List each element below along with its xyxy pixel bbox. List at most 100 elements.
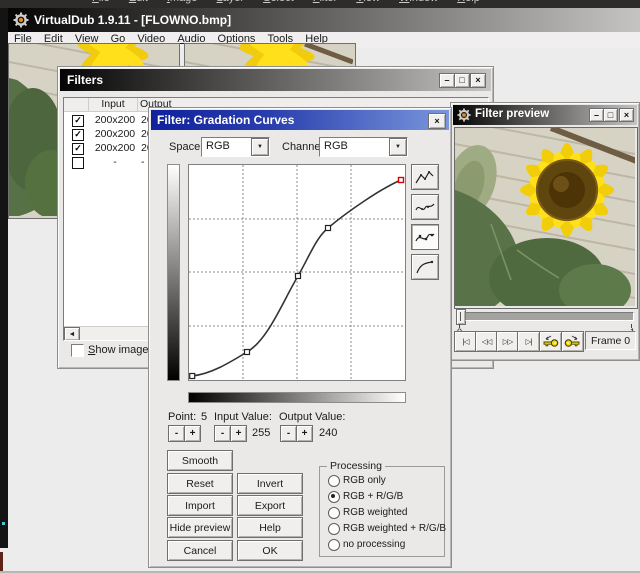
main-title-bar[interactable]: VirtualDub 1.9.11 - [FLOWNO.bmp]	[8, 8, 640, 32]
filter-enabled-checkbox[interactable]: ✓	[72, 115, 84, 127]
space-label: Space:	[169, 141, 204, 153]
hide-preview-button[interactable]: Hide preview	[167, 517, 233, 538]
minimize-button[interactable]: –	[439, 73, 455, 88]
radio-no-processing[interactable]	[328, 539, 340, 551]
curve-editor[interactable]	[188, 164, 406, 381]
maximize-button[interactable]: □	[454, 73, 470, 88]
invert-button[interactable]: Invert	[237, 473, 303, 494]
space-dropdown[interactable]: RGB ▼	[201, 137, 270, 157]
help-button[interactable]: Help	[237, 517, 303, 538]
curve-mode-linear-button[interactable]	[411, 164, 439, 190]
radio-label: RGB weighted + R/G/B	[343, 523, 447, 534]
processing-groupbox: Processing RGB only RGB + R/G/B RGB weig…	[319, 460, 447, 557]
scroll-left-arrow[interactable]: ◄	[64, 327, 80, 340]
step-backward-button[interactable]: ◁◁	[475, 331, 498, 352]
cancel-button[interactable]: Cancel	[167, 540, 233, 561]
filter-enabled-checkbox[interactable]: ✓	[72, 129, 84, 141]
bg-menu-item[interactable]: Edit	[129, 0, 148, 4]
close-button[interactable]: ×	[470, 73, 486, 88]
channel-value: RGB	[324, 140, 348, 152]
curve-mode-spline-button[interactable]	[411, 194, 439, 220]
bg-menu-item[interactable]: View	[356, 0, 380, 4]
curve-point-5-selected[interactable]	[397, 176, 405, 184]
bg-menu-item[interactable]: File	[92, 0, 110, 4]
smooth-button[interactable]: Smooth	[167, 450, 233, 471]
input-decrement-button[interactable]: -	[214, 425, 231, 442]
processing-option[interactable]: RGB weighted + R/G/B	[320, 523, 447, 537]
filter-input-size: 200x200	[94, 142, 136, 154]
chevron-down-icon[interactable]: ▼	[389, 138, 407, 156]
radio-label: RGB weighted	[343, 507, 408, 518]
bg-menu-item[interactable]: Image	[167, 0, 198, 4]
minimize-button[interactable]: –	[589, 108, 604, 122]
input-value-label: Input Value:	[214, 411, 272, 423]
processing-option[interactable]: RGB only	[320, 475, 444, 489]
reset-button[interactable]: Reset	[167, 473, 233, 494]
prev-keyframe-button[interactable]	[539, 331, 562, 352]
bg-menu-item[interactable]: Window	[399, 0, 438, 4]
background-app-left-edge	[0, 8, 8, 548]
bg-menu-item[interactable]: Layer	[217, 0, 245, 4]
filter-enabled-checkbox[interactable]	[72, 157, 84, 169]
position-slider-track[interactable]	[465, 312, 634, 321]
curve-mode-smooth-button-pressed[interactable]	[411, 224, 439, 250]
filters-dialog-title: Filters	[67, 73, 104, 87]
input-gradient-bar	[188, 392, 406, 403]
processing-option[interactable]: RGB weighted	[320, 507, 444, 521]
curve-point-4[interactable]	[324, 224, 332, 232]
virtualdub-gear-icon	[457, 108, 471, 122]
export-button[interactable]: Export	[237, 495, 303, 516]
output-increment-button[interactable]: +	[296, 425, 313, 442]
processing-option[interactable]: RGB + R/G/B	[320, 491, 444, 505]
processing-option[interactable]: no processing	[320, 539, 444, 553]
filters-title-bar[interactable]: Filters – □ ×	[60, 69, 491, 91]
bg-menu-item[interactable]: Help	[457, 0, 480, 4]
column-header-check[interactable]	[64, 98, 89, 112]
radio-rgb-weighted-plus[interactable]	[328, 523, 340, 535]
go-to-start-button[interactable]: |◁	[454, 331, 477, 352]
radio-rgb-plus-rgb[interactable]	[328, 491, 340, 503]
main-window-title: VirtualDub 1.9.11 - [FLOWNO.bmp]	[34, 13, 232, 27]
output-decrement-button[interactable]: -	[280, 425, 297, 442]
curve-point-2[interactable]	[243, 348, 251, 356]
screen: File Edit Image Layer Select Filter View…	[0, 0, 640, 573]
import-button[interactable]: Import	[167, 495, 233, 516]
virtualdub-app-icon	[13, 12, 29, 28]
curve-point-3[interactable]	[294, 272, 302, 280]
curve-mode-ease-button[interactable]	[411, 254, 439, 280]
go-to-end-button[interactable]: ▷|	[517, 331, 540, 352]
chevron-down-icon[interactable]: ▼	[251, 138, 269, 156]
step-forward-button[interactable]: ▷▷	[496, 331, 519, 352]
bg-menu-item[interactable]: Select	[263, 0, 294, 4]
point-decrement-button[interactable]: -	[168, 425, 185, 442]
close-button[interactable]: ×	[428, 113, 446, 129]
curves-title-bar[interactable]: Filter: Gradation Curves ×	[151, 110, 449, 130]
curve-point-1[interactable]	[189, 372, 196, 380]
preview-title-bar[interactable]: Filter preview – □ ×	[453, 105, 637, 125]
linear-curve-icon	[415, 170, 434, 183]
close-button[interactable]: ×	[619, 108, 634, 122]
ok-button[interactable]: OK	[237, 540, 303, 561]
output-value: 240	[319, 427, 338, 439]
radio-label: RGB only	[343, 475, 386, 486]
filter-input-size: 200x200	[94, 114, 136, 126]
input-increment-button[interactable]: +	[230, 425, 247, 442]
column-header-input[interactable]: Input	[89, 98, 138, 112]
output-value-label: Output Value:	[279, 411, 346, 423]
gradation-curve[interactable]	[189, 165, 405, 380]
frame-counter-label: Frame 0	[591, 335, 631, 347]
gradation-curves-dialog: Filter: Gradation Curves × Space: RGB ▼ …	[148, 107, 452, 568]
output-gradient-bar	[167, 164, 180, 381]
background-app-strip: File Edit Image Layer Select Filter View…	[0, 0, 640, 8]
spline-curve-icon	[415, 203, 435, 210]
radio-label: no processing	[343, 539, 406, 550]
maximize-button[interactable]: □	[603, 108, 618, 122]
radio-rgb-only[interactable]	[328, 475, 340, 487]
show-image-checkbox[interactable]	[71, 344, 84, 357]
next-keyframe-button[interactable]	[561, 331, 584, 352]
point-increment-button[interactable]: +	[184, 425, 201, 442]
bg-menu-item[interactable]: Filter	[313, 0, 337, 4]
radio-rgb-weighted[interactable]	[328, 507, 340, 519]
filter-enabled-checkbox[interactable]: ✓	[72, 143, 84, 155]
channel-dropdown[interactable]: RGB ▼	[319, 137, 408, 157]
